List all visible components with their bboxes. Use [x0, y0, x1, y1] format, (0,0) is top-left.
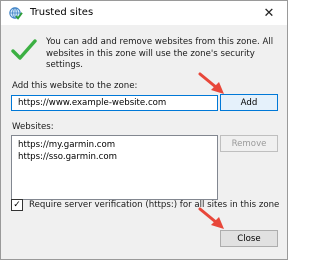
trusted-sites-dialog: Trusted sites ✕ You can add and remove w… — [0, 0, 288, 260]
https-verification-row[interactable]: ✓ Require server verification (https:) f… — [11, 199, 279, 211]
intro-description: You can add and remove websites from thi… — [46, 37, 274, 70]
close-button[interactable]: Close — [220, 230, 278, 247]
add-button[interactable]: Add — [220, 94, 278, 111]
https-verification-label[interactable]: Require server verification (https:) for… — [29, 200, 279, 210]
websites-list[interactable]: https://my.garmin.com https://sso.garmin… — [11, 135, 218, 200]
red-arrow-annotation — [198, 72, 224, 94]
remove-button[interactable]: Remove — [220, 135, 278, 152]
list-item[interactable]: https://sso.garmin.com — [18, 151, 217, 163]
websites-label: Websites: — [12, 122, 54, 132]
close-icon[interactable]: ✕ — [257, 3, 281, 23]
list-item[interactable]: https://my.garmin.com — [18, 139, 217, 151]
globe-check-icon — [9, 6, 23, 20]
https-verification-checkbox[interactable]: ✓ — [11, 199, 23, 211]
add-website-label: Add this website to the zone: — [12, 81, 138, 91]
green-checkmark-icon — [11, 39, 37, 61]
title-bar: Trusted sites ✕ — [1, 1, 287, 25]
red-arrow-annotation — [198, 207, 224, 229]
window-title: Trusted sites — [30, 7, 94, 18]
checkbox-check-icon: ✓ — [13, 199, 21, 210]
website-url-input[interactable]: https://www.example-website.com — [11, 95, 218, 111]
